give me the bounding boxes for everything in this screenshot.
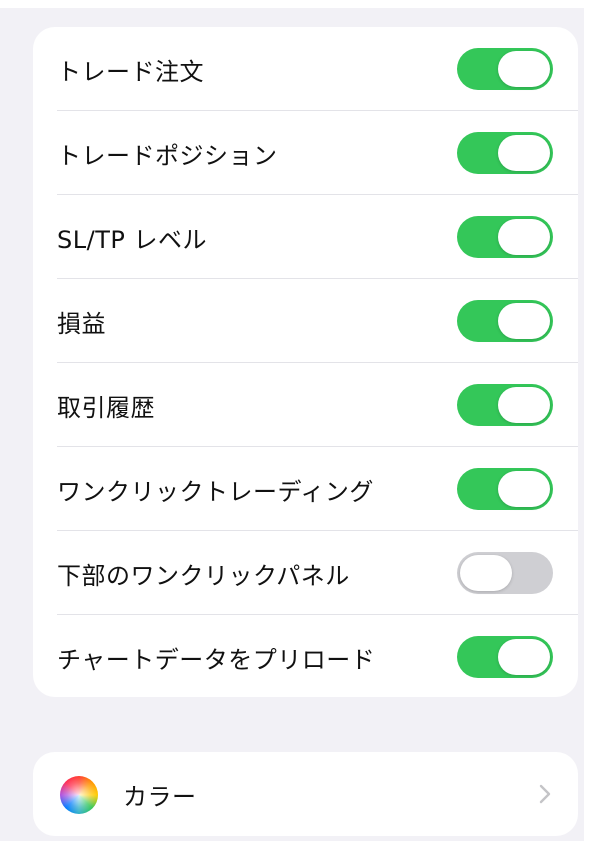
color-row[interactable]: カラー	[33, 752, 578, 836]
toggle-knob	[498, 471, 550, 507]
top-edge	[0, 0, 593, 8]
setting-label: チャートデータをプリロード	[57, 645, 376, 674]
preload-chart-data-toggle[interactable]	[457, 636, 553, 678]
setting-row-bottom-one-click-panel: 下部のワンクリックパネル	[33, 531, 578, 615]
setting-row-one-click-trading: ワンクリックトレーディング	[33, 447, 578, 531]
setting-row-sl-tp-levels: SL/TP レベル	[33, 195, 578, 279]
sl-tp-levels-toggle[interactable]	[457, 216, 553, 258]
color-settings-group: カラー	[33, 752, 578, 836]
toggle-knob	[498, 303, 550, 339]
setting-row-preload-chart-data: チャートデータをプリロード	[33, 615, 578, 697]
one-click-trading-toggle[interactable]	[457, 468, 553, 510]
setting-label: トレード注文	[57, 57, 204, 86]
chevron-right-icon	[539, 784, 551, 804]
right-edge	[584, 8, 593, 841]
setting-label: 取引履歴	[57, 393, 155, 422]
setting-row-profit-loss: 損益	[33, 279, 578, 363]
bottom-one-click-panel-toggle[interactable]	[457, 552, 553, 594]
color-wheel-icon	[60, 776, 98, 814]
setting-label: トレードポジション	[57, 141, 278, 170]
setting-row-trade-positions: トレードポジション	[33, 111, 578, 195]
toggle-knob	[498, 387, 550, 423]
toggle-knob	[498, 135, 550, 171]
toggle-knob	[498, 219, 550, 255]
trade-positions-toggle[interactable]	[457, 132, 553, 174]
setting-row-trade-history: 取引履歴	[33, 363, 578, 447]
toggle-knob	[498, 51, 550, 87]
toggle-knob	[460, 555, 512, 591]
profit-loss-toggle[interactable]	[457, 300, 553, 342]
color-label: カラー	[123, 782, 197, 811]
trade-orders-toggle[interactable]	[457, 48, 553, 90]
setting-row-trade-orders: トレード注文	[33, 27, 578, 111]
settings-screen: トレード注文 トレードポジション SL/TP レベル 損益 取引履歴 ワンクリッ…	[0, 0, 593, 841]
toggle-knob	[498, 639, 550, 675]
setting-label: ワンクリックトレーディング	[57, 477, 374, 506]
setting-label: 損益	[57, 309, 106, 338]
trade-history-toggle[interactable]	[457, 384, 553, 426]
setting-label: 下部のワンクリックパネル	[57, 561, 350, 590]
toggle-settings-group: トレード注文 トレードポジション SL/TP レベル 損益 取引履歴 ワンクリッ…	[33, 27, 578, 697]
setting-label: SL/TP レベル	[57, 225, 207, 254]
